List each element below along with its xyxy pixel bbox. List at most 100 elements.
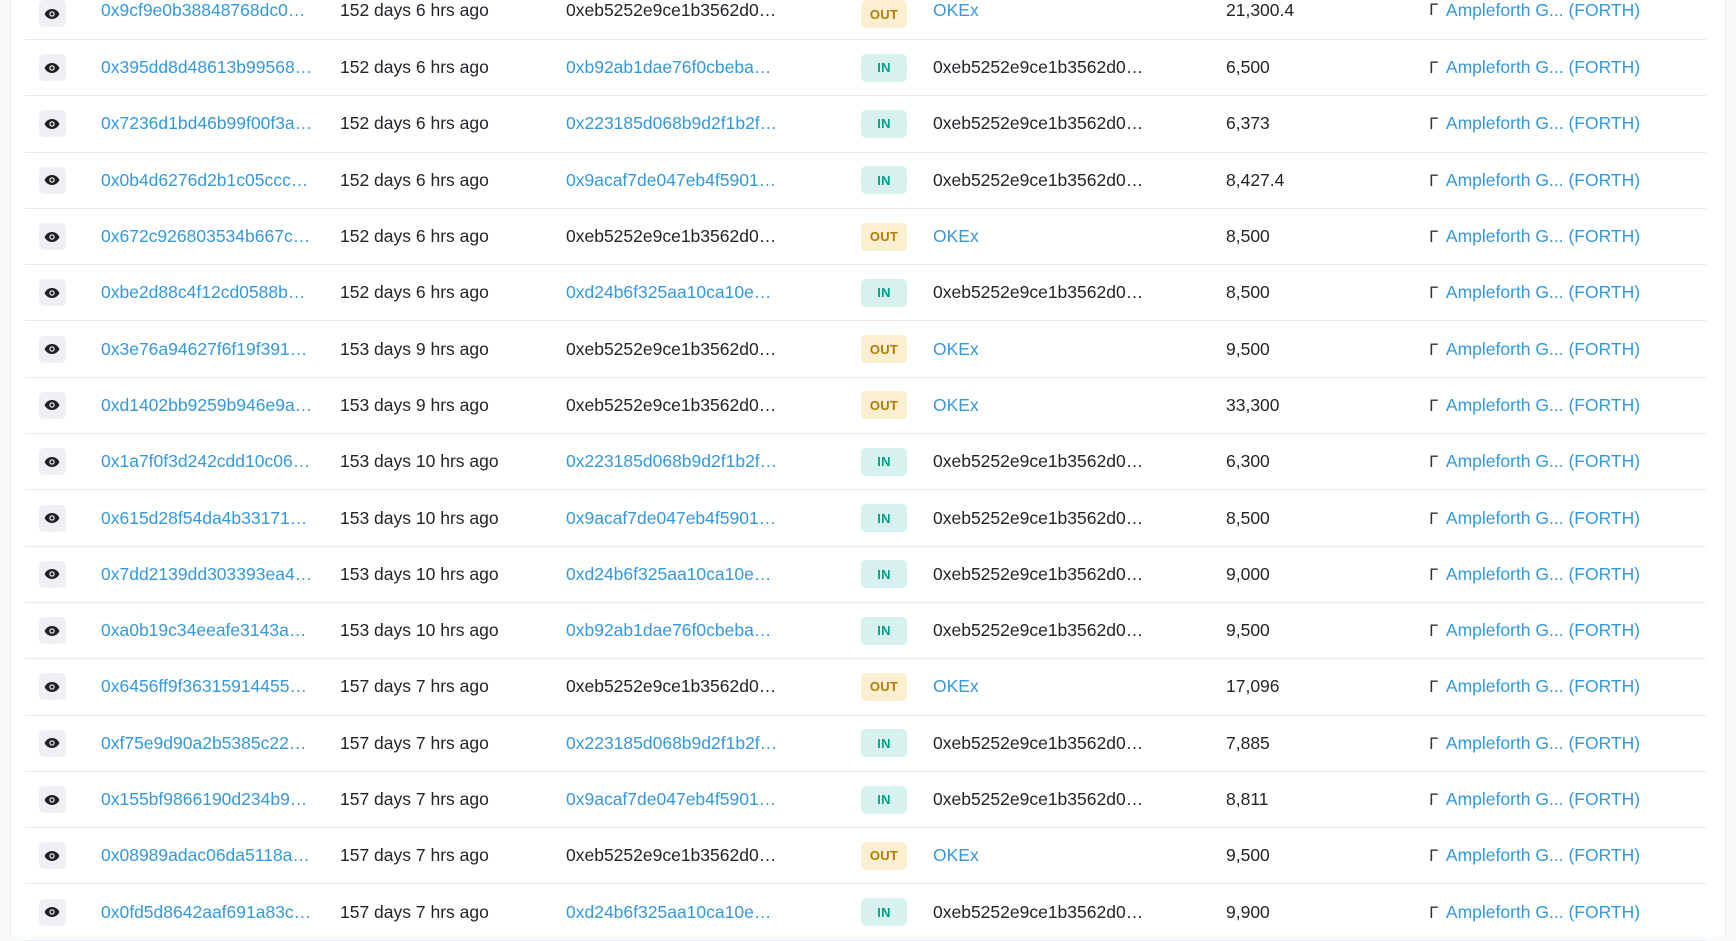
- view-details-button[interactable]: [38, 223, 66, 251]
- token-link[interactable]: Ampleforth G... (FORTH): [1446, 451, 1640, 472]
- txn-hash-link[interactable]: 0x7236d1bd46b99f00f3a…: [101, 113, 312, 134]
- age-text: 153 days 9 hrs ago: [340, 338, 489, 359]
- token-link[interactable]: Ampleforth G... (FORTH): [1446, 339, 1640, 360]
- view-details-button[interactable]: [38, 166, 66, 194]
- txn-hash-link[interactable]: 0x0b4d6276d2b1c05ccc…: [101, 170, 308, 191]
- txn-hash-link[interactable]: 0x1a7f0f3d242cdd10c06…: [101, 451, 310, 472]
- view-details-button[interactable]: [38, 54, 66, 82]
- eye-icon: [44, 400, 60, 411]
- txn-hash-link[interactable]: 0x3e76a94627f6f19f391…: [101, 339, 307, 360]
- from-address[interactable]: 0xb92ab1dae76f0cbeba…: [566, 620, 771, 641]
- txn-hash-link[interactable]: 0xf75e9d90a2b5385c22…: [101, 733, 306, 754]
- txn-hash-link[interactable]: 0x155bf9866190d234b9…: [101, 789, 307, 810]
- token-cell: Γ Ampleforth G... (FORTH): [1427, 96, 1706, 151]
- txn-hash-link[interactable]: 0x7dd2139dd303393ea4…: [101, 564, 312, 585]
- to-address[interactable]: OKEx: [933, 676, 979, 697]
- table-row: 0x7dd2139dd303393ea4… 153 days 10 hrs ag…: [25, 547, 1706, 603]
- token-link[interactable]: Ampleforth G... (FORTH): [1446, 789, 1640, 810]
- view-details-button[interactable]: [38, 279, 66, 307]
- token-name: Ampleforth G...: [1445, 0, 1564, 20]
- from-address[interactable]: 0x9acaf7de047eb4f5901…: [566, 170, 776, 191]
- from-cell: 0xeb5252e9ce1b3562d0…: [566, 0, 806, 39]
- view-details-button[interactable]: [38, 729, 66, 757]
- quantity-value: 8,500: [1226, 282, 1270, 303]
- txn-hash-link[interactable]: 0xd1402bb9259b946e9a…: [101, 395, 312, 416]
- age-cell: 153 days 9 hrs ago: [340, 378, 545, 433]
- txn-hash-cell: 0xbe2d88c4f12cd0588b…: [101, 265, 319, 320]
- token-link[interactable]: Ampleforth G... (FORTH): [1446, 57, 1640, 78]
- age-cell: 157 days 7 hrs ago: [340, 716, 545, 771]
- view-details-button[interactable]: [38, 560, 66, 588]
- from-cell: 0xeb5252e9ce1b3562d0…: [566, 378, 806, 433]
- to-address: 0xeb5252e9ce1b3562d0…: [933, 113, 1144, 134]
- view-cell: [37, 828, 67, 883]
- token-link[interactable]: Ampleforth G... (FORTH): [1446, 845, 1640, 866]
- token-link[interactable]: Ampleforth G... (FORTH): [1446, 170, 1640, 191]
- from-address[interactable]: 0xb92ab1dae76f0cbeba…: [566, 57, 771, 78]
- txn-hash-link[interactable]: 0x08989adac06da5118a…: [101, 845, 310, 866]
- token-link[interactable]: Ampleforth G... (FORTH): [1446, 395, 1640, 416]
- token-link[interactable]: Ampleforth G... (FORTH): [1446, 620, 1640, 641]
- view-details-button[interactable]: [38, 842, 66, 870]
- token-link[interactable]: Ampleforth G... (FORTH): [1446, 564, 1640, 585]
- from-address[interactable]: 0x9acaf7de047eb4f5901…: [566, 508, 776, 529]
- direction-badge: IN: [861, 278, 907, 307]
- view-details-button[interactable]: [38, 898, 66, 926]
- quantity-value: 6,500: [1226, 57, 1270, 78]
- token-icon: Γ: [1429, 227, 1438, 247]
- token-symbol: (FORTH): [1568, 113, 1641, 134]
- view-details-button[interactable]: [38, 504, 66, 532]
- token-link[interactable]: Ampleforth G... (FORTH): [1446, 676, 1640, 697]
- direction-cell: IN: [861, 716, 911, 771]
- txn-hash-link[interactable]: 0x395dd8d48613b99568…: [101, 57, 312, 78]
- view-details-button[interactable]: [38, 335, 66, 363]
- view-details-button[interactable]: [38, 110, 66, 138]
- view-details-button[interactable]: [38, 673, 66, 701]
- token-link[interactable]: Ampleforth G... (FORTH): [1446, 282, 1640, 303]
- txn-hash-link[interactable]: 0x672c926803534b667c…: [101, 226, 310, 247]
- txn-hash-link[interactable]: 0x615d28f54da4b33171…: [101, 508, 307, 529]
- quantity-cell: 8,500: [1226, 209, 1406, 264]
- direction-cell: OUT: [861, 321, 911, 376]
- token-link[interactable]: Ampleforth G... (FORTH): [1446, 902, 1640, 923]
- view-details-button[interactable]: [38, 786, 66, 813]
- to-address[interactable]: OKEx: [933, 845, 979, 866]
- eye-icon: [44, 625, 60, 636]
- token-link[interactable]: Ampleforth G... (FORTH): [1446, 226, 1640, 247]
- token-link[interactable]: Ampleforth G... (FORTH): [1446, 0, 1640, 21]
- direction-cell: IN: [861, 153, 911, 208]
- view-cell: [37, 321, 67, 376]
- txn-hash-link[interactable]: 0x0fd5d8642aaf691a83c…: [101, 902, 311, 923]
- direction-badge: OUT: [861, 0, 907, 28]
- txn-hash-link[interactable]: 0xa0b19c34eeafe3143a…: [101, 620, 306, 641]
- to-address[interactable]: OKEx: [933, 226, 979, 247]
- token-link[interactable]: Ampleforth G... (FORTH): [1446, 508, 1640, 529]
- to-address[interactable]: OKEx: [933, 0, 979, 21]
- to-address[interactable]: OKEx: [933, 395, 979, 416]
- from-address[interactable]: 0x9acaf7de047eb4f5901…: [566, 789, 776, 810]
- txn-hash-link[interactable]: 0x9cf9e0b38848768dc0…: [101, 0, 305, 21]
- txn-hash-cell: 0x395dd8d48613b99568…: [101, 40, 319, 95]
- age-text: 153 days 10 hrs ago: [340, 620, 499, 641]
- token-link[interactable]: Ampleforth G... (FORTH): [1446, 733, 1640, 754]
- token-name: Ampleforth G...: [1445, 507, 1564, 528]
- txn-hash-link[interactable]: 0xbe2d88c4f12cd0588b…: [101, 282, 305, 303]
- table-row: 0x6456ff9f36315914455… 157 days 7 hrs ag…: [25, 659, 1706, 716]
- to-address[interactable]: OKEx: [933, 339, 979, 360]
- from-address[interactable]: 0xd24b6f325aa10ca10e…: [566, 902, 771, 923]
- from-address[interactable]: 0x223185d068b9d2f1b2f…: [566, 113, 777, 134]
- view-details-button[interactable]: [38, 391, 66, 419]
- view-details-button[interactable]: [38, 0, 66, 27]
- from-address[interactable]: 0x223185d068b9d2f1b2f…: [566, 733, 777, 754]
- token-link[interactable]: Ampleforth G... (FORTH): [1446, 113, 1640, 134]
- quantity-value: 8,427.4: [1226, 169, 1285, 190]
- txn-hash-link[interactable]: 0x6456ff9f36315914455…: [101, 676, 307, 697]
- token-transfers-table: 0x9cf9e0b38848768dc0… 152 days 6 hrs ago…: [25, 0, 1706, 941]
- from-address[interactable]: 0x223185d068b9d2f1b2f…: [566, 451, 777, 472]
- age-cell: 153 days 9 hrs ago: [340, 321, 545, 376]
- view-details-button[interactable]: [38, 448, 66, 476]
- from-address[interactable]: 0xd24b6f325aa10ca10e…: [566, 282, 771, 303]
- view-details-button[interactable]: [38, 617, 66, 645]
- from-address[interactable]: 0xd24b6f325aa10ca10e…: [566, 564, 771, 585]
- age-text: 152 days 6 hrs ago: [340, 169, 489, 190]
